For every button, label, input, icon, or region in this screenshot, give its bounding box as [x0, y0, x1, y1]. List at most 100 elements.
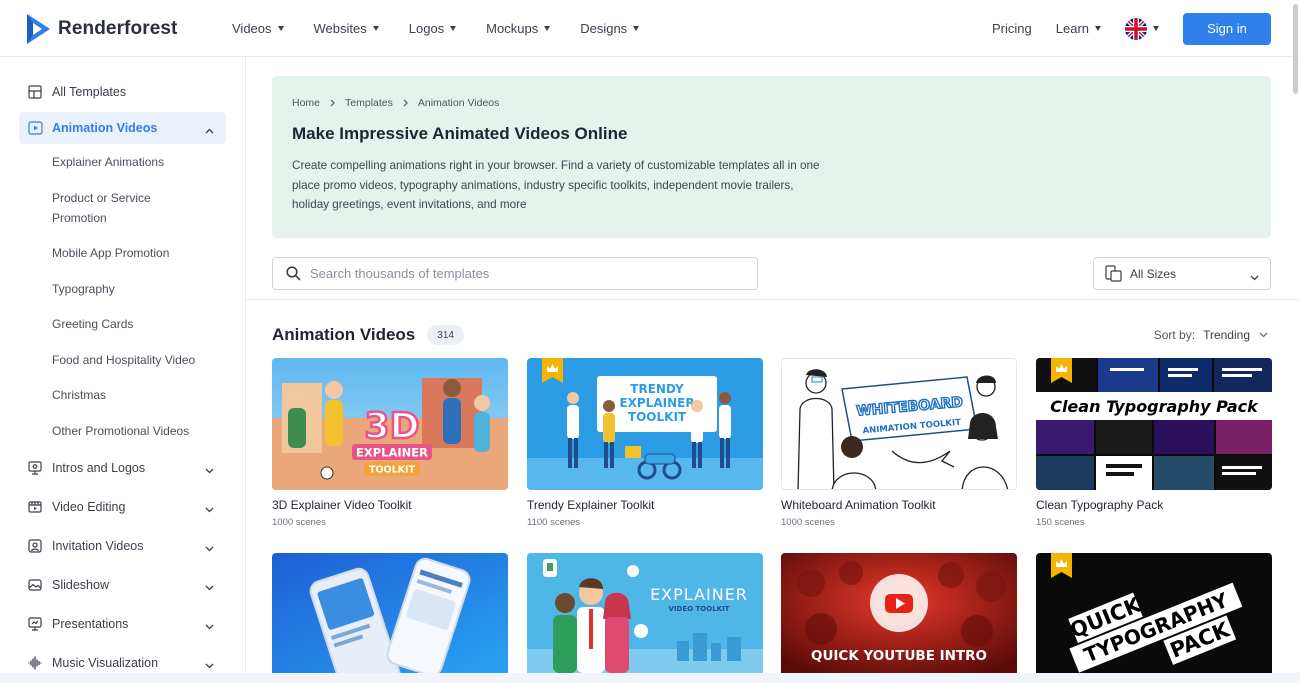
search-box: [272, 257, 758, 290]
thumb-text-explainer: EXPLAINER: [650, 585, 748, 604]
sidebar-sub-food-hospitality[interactable]: Food and Hospitality Video: [52, 351, 227, 371]
template-thumbnail[interactable]: 3D EXPLAINER TOOLKIT: [272, 358, 508, 490]
template-thumbnail[interactable]: EXPLAINER VIDEO TOOLKIT: [527, 553, 763, 673]
page-scrollbar[interactable]: [1293, 4, 1298, 94]
page-description: Create compelling animations right in yo…: [292, 159, 820, 211]
template-count-badge: 314: [427, 325, 464, 345]
thumb-text-quick-youtube-intro: QUICK YOUTUBE INTRO: [811, 648, 987, 664]
chevron-down-icon: [205, 463, 214, 477]
template-thumbnail[interactable]: Clean Typography Pack: [1036, 358, 1272, 490]
nav-pricing[interactable]: Pricing: [992, 21, 1032, 36]
sign-in-button[interactable]: Sign in: [1183, 12, 1271, 45]
size-format-icon: [1105, 265, 1122, 282]
chevron-right-icon: [403, 99, 408, 107]
top-navigation: Renderforest Videos Websites Logos Mocku…: [0, 0, 1300, 57]
template-card-clean-typography[interactable]: Clean Typography Pack Clean Typography P…: [1036, 358, 1272, 528]
sidebar-item-animation-videos[interactable]: Animation Videos: [19, 112, 226, 144]
card-title[interactable]: 3D Explainer Video Toolkit: [272, 498, 508, 512]
sidebar: All Templates Animation Videos Explainer…: [0, 57, 246, 683]
nav-videos[interactable]: Videos: [232, 21, 284, 36]
thumb-text-clean-typography: Clean Typography Pack: [1050, 397, 1259, 416]
sort-label: Sort by:: [1153, 328, 1196, 342]
film-edit-icon: [27, 499, 43, 515]
logo[interactable]: Renderforest: [25, 13, 177, 45]
template-card-youtube-intro[interactable]: QUICK YOUTUBE INTRO: [781, 553, 1017, 681]
caret-down-icon: [277, 26, 284, 31]
logo-text: Renderforest: [58, 18, 178, 39]
sidebar-item-label: All Templates: [52, 85, 127, 99]
breadcrumb: Home Templates Animation Videos: [292, 97, 499, 109]
template-thumbnail[interactable]: QUICK YOUTUBE INTRO: [781, 553, 1017, 673]
page-title: Make Impressive Animated Videos Online: [292, 124, 628, 143]
sidebar-sub-typography[interactable]: Typography: [52, 280, 227, 300]
template-card-quick-typography[interactable]: QUICK TYPOGRAPHY PACK: [1036, 553, 1272, 681]
chevron-down-icon: [205, 541, 214, 555]
template-thumbnail[interactable]: WHITEBOARD ANIMATION TOOLKIT: [781, 358, 1017, 490]
template-card-whiteboard[interactable]: WHITEBOARD ANIMATION TOOLKIT Whiteboard …: [781, 358, 1017, 528]
template-thumbnail[interactable]: QUICK TYPOGRAPHY PACK: [1036, 553, 1272, 673]
sidebar-item-invitation-videos[interactable]: Invitation Videos: [19, 530, 226, 562]
sidebar-sub-christmas[interactable]: Christmas: [52, 386, 227, 406]
template-card-3d-explainer[interactable]: 3D EXPLAINER TOOLKIT 3D Explainer Video …: [272, 358, 508, 528]
premium-crown-icon: [1051, 358, 1072, 383]
sort-dropdown[interactable]: Sort by: Trending: [1154, 328, 1268, 342]
image-gallery-icon: [27, 577, 43, 593]
thumb-text-trendy: TRENDY: [630, 382, 684, 396]
chevron-down-icon: [1259, 332, 1268, 338]
presentation-icon: [27, 616, 43, 632]
chevron-down-icon: [205, 619, 214, 633]
nav-pricing-label: Pricing: [992, 21, 1032, 36]
card-title[interactable]: Clean Typography Pack: [1036, 498, 1272, 512]
section-title: Animation Videos: [272, 325, 416, 344]
nav-logos[interactable]: Logos: [408, 21, 457, 36]
chevron-down-icon: [205, 502, 214, 516]
template-card-mobile-app[interactable]: [272, 553, 508, 681]
template-card-trendy-explainer[interactable]: TRENDY EXPLAINER TOOLKIT Trendy Explaine…: [527, 358, 763, 528]
language-selector[interactable]: [1125, 17, 1159, 40]
sidebar-sub-mobile-app-promotion[interactable]: Mobile App Promotion: [52, 244, 227, 264]
chevron-down-icon: [205, 580, 214, 594]
nav-websites[interactable]: Websites: [314, 21, 379, 36]
sidebar-item-video-editing[interactable]: Video Editing: [19, 491, 226, 523]
search-icon: [286, 266, 301, 281]
card-title[interactable]: Trendy Explainer Toolkit: [527, 498, 763, 512]
breadcrumb-templates[interactable]: Templates: [345, 97, 393, 109]
sidebar-item-presentations[interactable]: Presentations: [19, 608, 226, 640]
sidebar-item-label: Intros and Logos: [52, 461, 146, 475]
premium-crown-icon: [1051, 553, 1072, 578]
chevron-down-icon: [1250, 270, 1259, 284]
sidebar-item-intros-logos[interactable]: Intros and Logos: [19, 452, 226, 484]
template-card-explainer-video[interactable]: EXPLAINER VIDEO TOOLKIT: [527, 553, 763, 681]
sidebar-sub-greeting-cards[interactable]: Greeting Cards: [52, 315, 227, 335]
template-thumbnail[interactable]: TRENDY EXPLAINER TOOLKIT: [527, 358, 763, 490]
breadcrumb-home[interactable]: Home: [292, 97, 320, 109]
sidebar-sub-product-promotion[interactable]: Product or Service Promotion: [52, 189, 202, 228]
nav-learn[interactable]: Learn: [1056, 21, 1101, 36]
card-title[interactable]: Whiteboard Animation Toolkit: [781, 498, 1017, 512]
invitation-icon: [27, 538, 43, 554]
sizes-dropdown[interactable]: All Sizes: [1093, 257, 1271, 290]
sidebar-sub-explainer-animations[interactable]: Explainer Animations: [52, 153, 227, 173]
sidebar-item-label: Animation Videos: [52, 121, 158, 135]
nav-mockups[interactable]: Mockups: [486, 21, 551, 36]
uk-flag-icon: [1125, 17, 1147, 40]
thumb-text-toolkit: TOOLKIT: [369, 465, 416, 476]
page-bottom-edge: [0, 673, 1300, 683]
sidebar-item-label: Music Visualization: [52, 656, 159, 670]
nav-mockups-label: Mockups: [486, 21, 539, 36]
thumb-text-video-toolkit: VIDEO TOOLKIT: [669, 605, 730, 613]
grid-icon: [27, 84, 43, 100]
sidebar-sub-other-promotional[interactable]: Other Promotional Videos: [52, 422, 227, 442]
nav-logos-label: Logos: [408, 21, 445, 36]
template-thumbnail[interactable]: [272, 553, 508, 673]
sidebar-item-all-templates[interactable]: All Templates: [19, 76, 226, 108]
chevron-right-icon: [330, 99, 335, 107]
nav-designs[interactable]: Designs: [580, 21, 640, 36]
search-input[interactable]: [310, 266, 730, 281]
card-scenes: 1000 scenes: [781, 517, 835, 528]
thumb-text-3d: 3D: [365, 406, 420, 447]
nav-learn-label: Learn: [1055, 21, 1089, 36]
card-scenes: 150 scenes: [1036, 517, 1085, 528]
sidebar-item-slideshow[interactable]: Slideshow: [19, 569, 226, 601]
sizes-label: All Sizes: [1130, 266, 1177, 281]
